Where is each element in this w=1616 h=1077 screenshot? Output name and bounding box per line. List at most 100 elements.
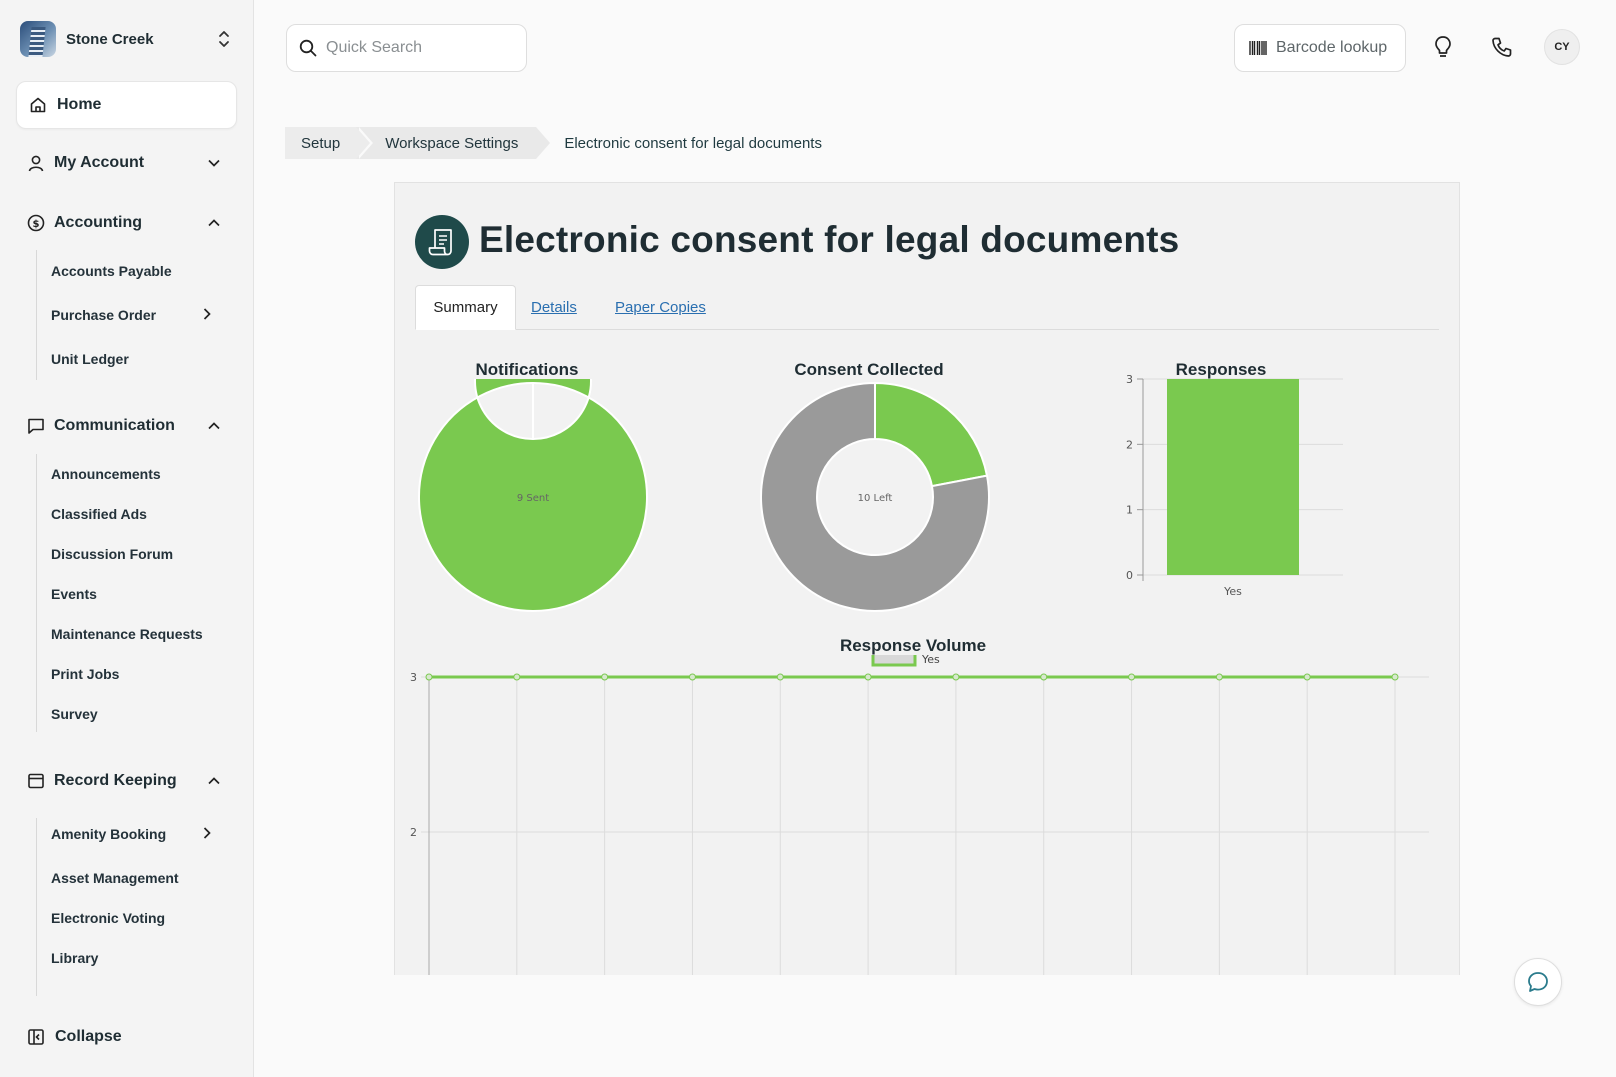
document-scroll-icon: [415, 215, 469, 269]
sidebar-item-home[interactable]: Home: [16, 81, 237, 129]
sidebar-item-label: Library: [51, 950, 99, 966]
sidebar-item-label: Asset Management: [51, 870, 179, 886]
data-point: [688, 673, 696, 681]
chart-title-consent-collected: Consent Collected: [794, 360, 944, 379]
sidebar-item-classified-ads[interactable]: Classified Ads: [51, 502, 211, 526]
y-tick-label: 3: [1126, 375, 1133, 386]
chevron-up-icon: [207, 216, 221, 230]
sidebar-item-my-account[interactable]: My Account: [27, 148, 221, 178]
sidebar-item-communication[interactable]: Communication: [27, 411, 221, 441]
donut-center-label: 9 Sent: [517, 493, 549, 504]
data-point: [601, 673, 609, 681]
sidebar-item-label: Print Jobs: [51, 666, 120, 682]
search-input[interactable]: [326, 39, 506, 57]
y-tick-label: 1: [1126, 504, 1133, 517]
data-point: [1040, 673, 1048, 681]
submenu-divider: [36, 250, 37, 380]
sidebar-item-maintenance-requests[interactable]: Maintenance Requests: [51, 622, 231, 646]
sidebar-item-label: My Account: [54, 154, 145, 171]
sidebar-item-events[interactable]: Events: [51, 582, 211, 606]
notifications-donut-chart: 9 Sent: [418, 379, 648, 612]
bar-yes: [1167, 379, 1299, 575]
chevron-right-icon: [203, 307, 211, 323]
submenu-divider: [36, 818, 37, 996]
consent-donut-chart: 10 Left: [760, 381, 990, 612]
search-icon: [299, 39, 317, 57]
sidebar-collapse-icon: [27, 1028, 45, 1046]
sidebar-item-asset-management[interactable]: Asset Management: [51, 866, 211, 890]
sidebar-item-accounts-payable[interactable]: Accounts Payable: [51, 259, 211, 283]
chevron-up-down-icon: [216, 29, 232, 49]
y-tick-label: 3: [410, 671, 417, 684]
sidebar-item-label: Discussion Forum: [51, 546, 174, 562]
tab-details[interactable]: Details: [531, 285, 577, 330]
sidebar-item-accounting[interactable]: $ Accounting: [27, 208, 221, 238]
sidebar-item-amenity-booking[interactable]: Amenity Booking: [51, 822, 211, 846]
sidebar-item-print-jobs[interactable]: Print Jobs: [51, 662, 211, 686]
sidebar-item-purchase-order[interactable]: Purchase Order: [51, 303, 211, 327]
org-switcher[interactable]: Stone Creek: [20, 20, 232, 58]
sidebar-item-label: Unit Ledger: [51, 351, 129, 367]
chat-button[interactable]: [1514, 958, 1562, 1006]
y-tick-label: 2: [1126, 438, 1133, 451]
collapse-label: Collapse: [55, 1028, 122, 1045]
tab-paper-copies[interactable]: Paper Copies: [615, 285, 706, 330]
dollar-circle-icon: $: [27, 214, 45, 232]
sidebar-item-label: Amenity Booking: [51, 826, 167, 842]
sidebar-item-label: Accounts Payable: [51, 263, 172, 279]
data-point: [513, 673, 521, 681]
collapse-sidebar-button[interactable]: Collapse: [27, 1022, 122, 1052]
sidebar-item-label: Home: [57, 96, 102, 113]
breadcrumb-setup[interactable]: Setup: [285, 127, 374, 159]
sidebar-item-label: Maintenance Requests: [51, 626, 203, 642]
content-panel: Electronic consent for legal documents S…: [394, 182, 1460, 975]
donut-center-label: 10 Left: [858, 493, 893, 504]
barcode-lookup-button[interactable]: Barcode lookup: [1234, 24, 1406, 72]
phone-icon[interactable]: [1489, 34, 1515, 60]
responses-bar-chart: 0 1 2 3 Yes: [1126, 375, 1343, 598]
sidebar-item-label: Survey: [51, 706, 98, 722]
user-icon: [27, 154, 45, 172]
legend-swatch: [871, 655, 917, 667]
sidebar-item-label: Accounting: [54, 214, 142, 231]
chat-bubble-icon: [27, 417, 45, 435]
chevron-right-icon: [203, 826, 211, 842]
quick-search[interactable]: [286, 24, 527, 72]
legend-label: Yes: [921, 655, 940, 666]
data-point: [425, 673, 433, 681]
avatar[interactable]: CY: [1544, 29, 1580, 65]
response-volume-line-chart: Yes 2 3: [410, 655, 1429, 975]
barcode-label: Barcode lookup: [1276, 39, 1388, 56]
submenu-divider: [36, 454, 37, 732]
chart-title-notifications: Notifications: [475, 360, 579, 379]
org-name: Stone Creek: [66, 30, 154, 48]
data-point: [1391, 673, 1399, 681]
sidebar-item-record-keeping[interactable]: Record Keeping: [27, 766, 221, 796]
chevron-up-icon: [207, 419, 221, 433]
archive-box-icon: [27, 772, 45, 790]
chevron-up-icon: [207, 774, 221, 788]
sidebar-item-label: Announcements: [51, 466, 161, 482]
tab-summary[interactable]: Summary: [415, 285, 516, 330]
data-point: [1215, 673, 1223, 681]
sidebar-item-discussion-forum[interactable]: Discussion Forum: [51, 542, 211, 566]
sidebar-item-announcements[interactable]: Announcements: [51, 462, 211, 486]
data-point: [864, 673, 872, 681]
svg-text:$: $: [33, 219, 40, 230]
data-point: [952, 673, 960, 681]
data-point: [1128, 673, 1136, 681]
lightbulb-icon[interactable]: [1430, 34, 1456, 60]
sidebar-item-label: Electronic Voting: [51, 910, 166, 926]
sidebar-item-label: Purchase Order: [51, 307, 157, 323]
sidebar-item-survey[interactable]: Survey: [51, 702, 211, 726]
sidebar-item-unit-ledger[interactable]: Unit Ledger: [51, 347, 211, 371]
breadcrumb-workspace-settings[interactable]: Workspace Settings: [356, 127, 551, 159]
sidebar-item-label: Classified Ads: [51, 506, 147, 522]
sidebar-item-library[interactable]: Library: [51, 946, 211, 970]
home-icon: [29, 96, 47, 114]
donut-slice-0: [874, 381, 989, 488]
sidebar-item-electronic-voting[interactable]: Electronic Voting: [51, 906, 211, 930]
breadcrumb-current: Electronic consent for legal documents: [564, 134, 822, 152]
barcode-icon: [1249, 40, 1267, 56]
y-tick-label: 2: [410, 826, 417, 839]
